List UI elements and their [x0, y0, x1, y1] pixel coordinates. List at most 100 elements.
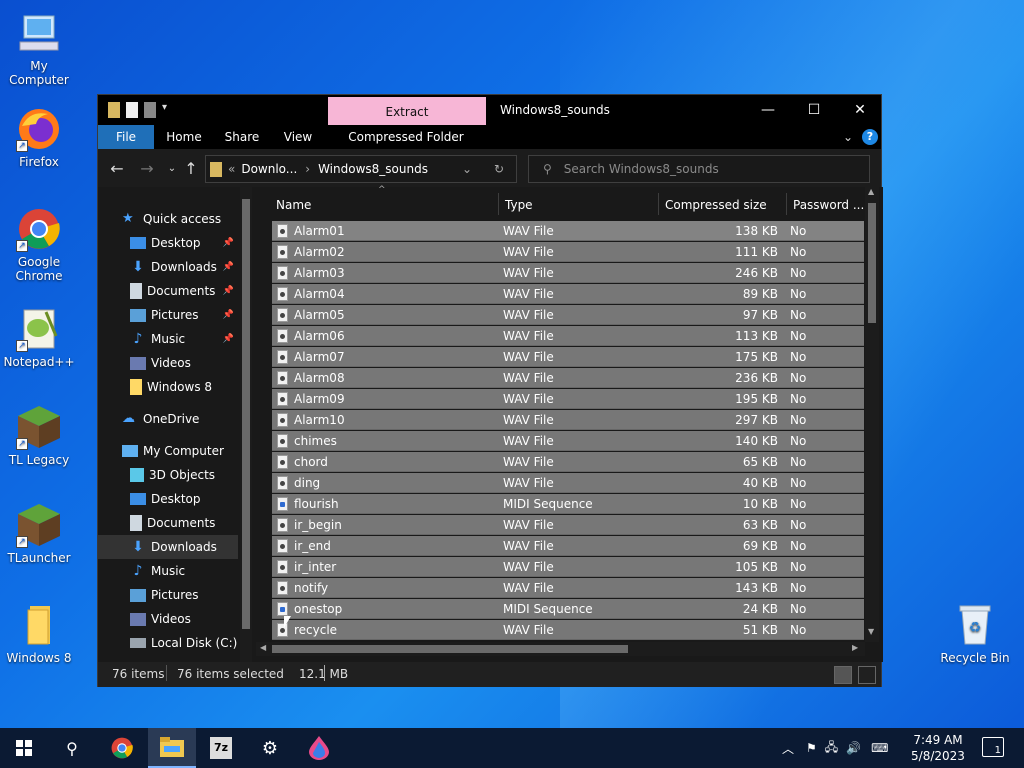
tab-view[interactable]: View [280, 125, 316, 149]
file-list-vertical-scrollbar[interactable]: ▲ ▼ [865, 187, 879, 642]
taskbar-clock[interactable]: 7:49 AM 5/8/2023 [900, 732, 976, 764]
table-row[interactable]: ir_end WAV File 69 KB No [272, 536, 864, 556]
taskbar-chrome[interactable] [98, 728, 146, 768]
column-header-compressed-size[interactable]: Compressed size [665, 198, 767, 212]
maximize-button[interactable]: ☐ [791, 95, 837, 125]
extract-context-tab[interactable]: Extract [328, 97, 486, 125]
address-input[interactable]: « Downlo... › Windows8_sounds ⌄ ↻ [205, 155, 517, 183]
table-row[interactable]: Alarm10 WAV File 297 KB No [272, 410, 864, 430]
breadcrumb-overflow[interactable]: « [228, 162, 235, 176]
taskbar-7zip[interactable]: 7z [197, 728, 245, 768]
nav-pc-downloads[interactable]: ⬇ Downloads [98, 535, 238, 559]
table-row[interactable]: Alarm08 WAV File 236 KB No [272, 368, 864, 388]
scroll-right-icon[interactable]: ▶ [852, 643, 858, 652]
expand-ribbon-chevron-icon[interactable]: ⌄ [840, 125, 856, 149]
table-row[interactable]: Alarm01 WAV File 138 KB No [272, 221, 864, 241]
nav-pc-music[interactable]: ♪ Music [98, 559, 238, 583]
table-row[interactable]: chord WAV File 65 KB No [272, 452, 864, 472]
table-row[interactable]: Alarm09 WAV File 195 KB No [272, 389, 864, 409]
minimize-button[interactable]: — [745, 95, 791, 125]
nav-pc-videos[interactable]: Videos [98, 607, 238, 631]
nav-pc-local-disk[interactable]: Local Disk (C:) [98, 631, 238, 655]
desktop-icon-chrome[interactable]: ↗ Google Chrome [0, 206, 78, 283]
column-divider[interactable] [658, 193, 659, 215]
table-row[interactable]: Alarm06 WAV File 113 KB No [272, 326, 864, 346]
details-view-button[interactable] [834, 666, 852, 684]
table-row[interactable]: onestop MIDI Sequence 24 KB No [272, 599, 864, 619]
help-icon[interactable]: ? [862, 129, 878, 145]
nav-quick-access[interactable]: ★ Quick access [98, 207, 238, 231]
scroll-down-icon[interactable]: ▼ [868, 627, 874, 636]
show-hidden-icons-chevron-icon[interactable]: ︿ [782, 740, 794, 757]
table-row[interactable]: Alarm05 WAV File 97 KB No [272, 305, 864, 325]
desktop-icon-tl-legacy[interactable]: ↗ TL Legacy [0, 404, 78, 467]
nav-qa-downloads[interactable]: ⬇ Downloads 📌 [98, 255, 238, 279]
tab-file[interactable]: File [98, 125, 154, 149]
column-divider[interactable] [786, 193, 787, 215]
taskbar-paint-app[interactable] [295, 728, 343, 768]
nav-qa-videos[interactable]: Videos [98, 351, 238, 375]
taskbar-settings-tool[interactable]: ⚙ [246, 728, 294, 768]
back-arrow-icon[interactable]: ← [107, 159, 127, 179]
large-icons-view-button[interactable] [858, 666, 876, 684]
nav-qa-music[interactable]: ♪ Music 📌 [98, 327, 238, 351]
network-icon[interactable]: 🖧 [825, 738, 838, 759]
nav-pane-scrollbar[interactable] [240, 187, 252, 662]
nav-qa-documents[interactable]: Documents 📌 [98, 279, 238, 303]
table-row[interactable]: flourish MIDI Sequence 10 KB No [272, 494, 864, 514]
desktop-icon-notepadpp[interactable]: ↗ Notepad++ [0, 306, 78, 369]
desktop-icon-firefox[interactable]: ↗ Firefox [0, 106, 78, 169]
volume-icon[interactable]: 🔊 [846, 741, 861, 755]
column-header-name[interactable]: Name [276, 198, 311, 212]
table-row[interactable]: ding WAV File 40 KB No [272, 473, 864, 493]
nav-onedrive[interactable]: ☁ OneDrive [98, 407, 238, 431]
nav-qa-desktop[interactable]: Desktop 📌 [98, 231, 238, 255]
search-button[interactable]: ⚲ [48, 728, 96, 768]
nav-pc-3d-objects[interactable]: 3D Objects [98, 463, 238, 487]
title-bar[interactable]: ▾ Extract Windows8_sounds — ☐ ✕ [98, 95, 881, 125]
security-flag-icon[interactable]: ⚑ [806, 741, 817, 755]
desktop-icon-recycle-bin[interactable]: ♻ Recycle Bin [936, 602, 1014, 665]
notification-center-button[interactable]: 1 [982, 737, 1004, 757]
scroll-left-icon[interactable]: ◀ [260, 643, 266, 652]
table-row[interactable]: recycle WAV File 51 KB No [272, 620, 864, 640]
table-row[interactable]: Alarm04 WAV File 89 KB No [272, 284, 864, 304]
scrollbar-thumb[interactable] [868, 203, 876, 323]
desktop-icon-tlauncher[interactable]: ↗ TLauncher [0, 502, 78, 565]
nav-my-computer[interactable]: My Computer [98, 439, 238, 463]
forward-arrow-icon[interactable]: → [137, 159, 157, 179]
table-row[interactable]: chimes WAV File 140 KB No [272, 431, 864, 451]
start-button[interactable] [0, 728, 48, 768]
nav-pc-pictures[interactable]: Pictures [98, 583, 238, 607]
customize-toolbar-chevron-icon[interactable]: ▾ [162, 102, 172, 118]
scrollbar-thumb[interactable] [272, 645, 628, 653]
tab-home[interactable]: Home [164, 125, 204, 149]
column-header-password[interactable]: Password ... [793, 198, 864, 212]
scrollbar-thumb[interactable] [242, 199, 250, 629]
file-list-horizontal-scrollbar[interactable]: ◀ ▶ [256, 642, 865, 656]
breadcrumb-downloads[interactable]: Downlo... [241, 162, 297, 176]
search-input[interactable]: ⚲ Search Windows8_sounds [528, 155, 870, 183]
close-button[interactable]: ✕ [837, 95, 883, 125]
nav-pc-documents[interactable]: Documents [98, 511, 238, 535]
address-dropdown-icon[interactable]: ⌄ [462, 162, 472, 176]
recent-locations-chevron-icon[interactable]: ⌄ [162, 159, 182, 179]
scroll-up-icon[interactable]: ▲ [868, 187, 874, 196]
breadcrumb-windows8-sounds[interactable]: Windows8_sounds [318, 162, 428, 176]
table-row[interactable]: Alarm03 WAV File 246 KB No [272, 263, 864, 283]
tab-compressed-folder-tools[interactable]: Compressed Folder Tools [334, 125, 478, 168]
taskbar-file-explorer[interactable] [148, 728, 196, 768]
refresh-icon[interactable]: ↻ [494, 162, 504, 176]
table-row[interactable]: ir_begin WAV File 63 KB No [272, 515, 864, 535]
nav-qa-windows8[interactable]: Windows 8 [98, 375, 238, 399]
table-row[interactable]: ir_inter WAV File 105 KB No [272, 557, 864, 577]
properties-icon[interactable] [126, 102, 138, 118]
table-row[interactable]: Alarm02 WAV File 111 KB No [272, 242, 864, 262]
nav-pc-desktop[interactable]: Desktop [98, 487, 238, 511]
nav-qa-pictures[interactable]: Pictures 📌 [98, 303, 238, 327]
table-row[interactable]: notify WAV File 143 KB No [272, 578, 864, 598]
column-header-type[interactable]: Type [505, 198, 533, 212]
desktop-icon-windows8-folder[interactable]: Windows 8 [0, 602, 78, 665]
table-row[interactable]: Alarm07 WAV File 175 KB No [272, 347, 864, 367]
column-divider[interactable] [498, 193, 499, 215]
